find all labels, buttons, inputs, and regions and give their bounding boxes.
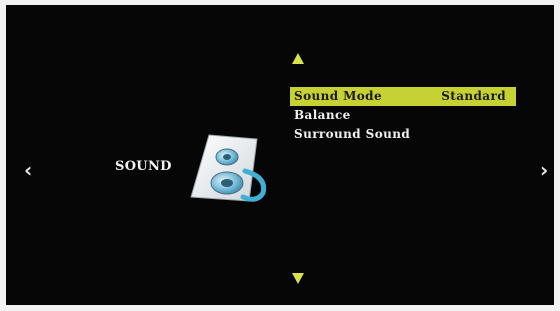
sound-menu: Sound Mode Standard Balance Surround Sou… — [290, 87, 516, 144]
menu-item-balance[interactable]: Balance — [290, 106, 516, 125]
menu-item-surround-sound[interactable]: Surround Sound — [290, 125, 516, 144]
osd-screen: ‹ › SOUND Sound Mode Standard Balance Su… — [6, 5, 554, 305]
menu-item-sound-mode[interactable]: Sound Mode Standard — [290, 87, 516, 106]
next-section-arrow[interactable]: › — [540, 160, 548, 180]
section-title: SOUND — [115, 159, 172, 174]
menu-item-value: Standard — [441, 89, 506, 103]
triangle-down-icon[interactable] — [292, 273, 304, 284]
tv-bezel: ‹ › SOUND Sound Mode Standard Balance Su… — [0, 0, 560, 311]
previous-section-arrow[interactable]: ‹ — [24, 160, 32, 180]
menu-item-label: Balance — [294, 108, 351, 122]
menu-item-label: Surround Sound — [294, 127, 411, 141]
menu-item-label: Sound Mode — [294, 89, 382, 103]
triangle-up-icon[interactable] — [292, 53, 304, 64]
speaker-icon — [190, 134, 267, 202]
